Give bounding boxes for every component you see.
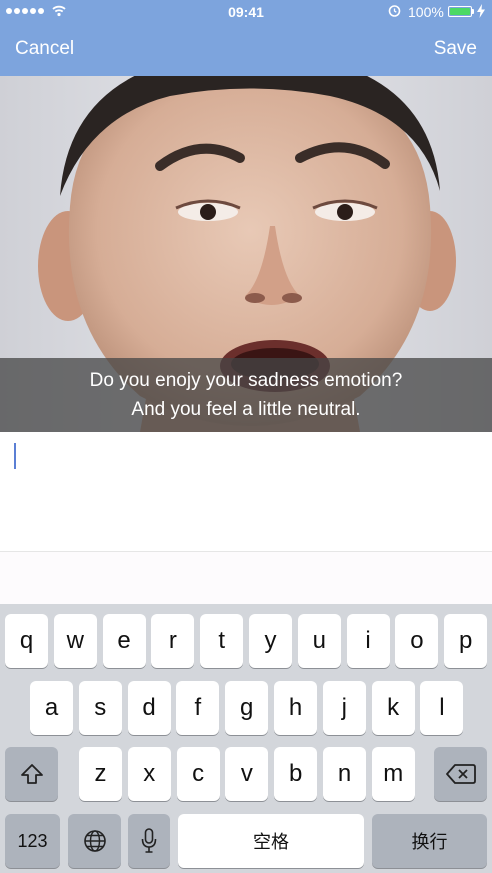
key-u[interactable]: u bbox=[297, 614, 341, 668]
backspace-icon bbox=[445, 764, 476, 784]
key-f[interactable]: f bbox=[176, 681, 220, 735]
emotion-caption: Do you enojy your sadness emotion? And y… bbox=[0, 358, 492, 432]
key-a[interactable]: a bbox=[30, 681, 73, 735]
microphone-key[interactable] bbox=[128, 814, 170, 868]
alarm-icon bbox=[388, 5, 401, 17]
key-k[interactable]: k bbox=[371, 681, 415, 735]
key-q[interactable]: q bbox=[5, 614, 48, 668]
key-g[interactable]: g bbox=[225, 681, 269, 735]
text-cursor bbox=[14, 443, 16, 469]
key-x[interactable]: x bbox=[127, 747, 171, 801]
key-m[interactable]: m bbox=[371, 747, 415, 801]
space-key[interactable]: 空格 bbox=[178, 814, 364, 868]
space-key-label: 空格 bbox=[253, 832, 289, 852]
key-s[interactable]: s bbox=[78, 681, 122, 735]
numbers-key[interactable]: 123 bbox=[5, 814, 60, 868]
globe-icon bbox=[83, 830, 106, 852]
note-text-input[interactable] bbox=[0, 432, 492, 552]
caption-line-2: And you feel a little neutral. bbox=[131, 399, 361, 420]
key-n[interactable]: n bbox=[323, 747, 366, 801]
key-j[interactable]: j bbox=[322, 681, 366, 735]
microphone-icon bbox=[141, 828, 157, 853]
shift-key[interactable] bbox=[5, 747, 58, 801]
key-d[interactable]: d bbox=[127, 681, 171, 735]
navigation-bar: 09:41 100% Cancel Save bbox=[0, 0, 492, 76]
key-i[interactable]: i bbox=[346, 614, 390, 668]
charging-bolt-icon bbox=[477, 4, 485, 18]
save-button[interactable]: Save bbox=[434, 38, 477, 60]
globe-key[interactable] bbox=[68, 814, 121, 868]
key-l[interactable]: l bbox=[420, 681, 464, 735]
key-e[interactable]: e bbox=[102, 614, 146, 668]
key-b[interactable]: b bbox=[274, 747, 318, 801]
cancel-button[interactable]: Cancel bbox=[15, 38, 74, 60]
key-c[interactable]: c bbox=[176, 747, 220, 801]
key-w[interactable]: w bbox=[53, 614, 97, 668]
key-o[interactable]: o bbox=[395, 614, 439, 668]
return-key-label: 换行 bbox=[411, 832, 448, 852]
key-v[interactable]: v bbox=[225, 747, 269, 801]
numbers-key-label: 123 bbox=[17, 830, 48, 851]
caption-line-1: Do you enojy your sadness emotion? bbox=[89, 370, 403, 391]
shift-icon bbox=[20, 764, 43, 784]
keyboard: 123 空格 换行 qwertyuiop asdfghjkl zxcvbnm bbox=[0, 604, 492, 873]
key-r[interactable]: r bbox=[151, 614, 195, 668]
key-p[interactable]: p bbox=[444, 614, 488, 668]
battery-icon bbox=[448, 6, 472, 17]
backspace-key[interactable] bbox=[434, 747, 487, 801]
key-z[interactable]: z bbox=[79, 747, 122, 801]
key-y[interactable]: y bbox=[249, 614, 292, 668]
key-h[interactable]: h bbox=[274, 681, 317, 735]
battery-percent: 100% bbox=[408, 4, 444, 20]
return-key[interactable]: 换行 bbox=[372, 814, 487, 868]
key-t[interactable]: t bbox=[200, 614, 244, 668]
input-spacer bbox=[0, 552, 492, 604]
status-bar: 09:41 100% bbox=[0, 0, 492, 24]
face-photo: Do you enojy your sadness emotion? And y… bbox=[0, 76, 492, 432]
